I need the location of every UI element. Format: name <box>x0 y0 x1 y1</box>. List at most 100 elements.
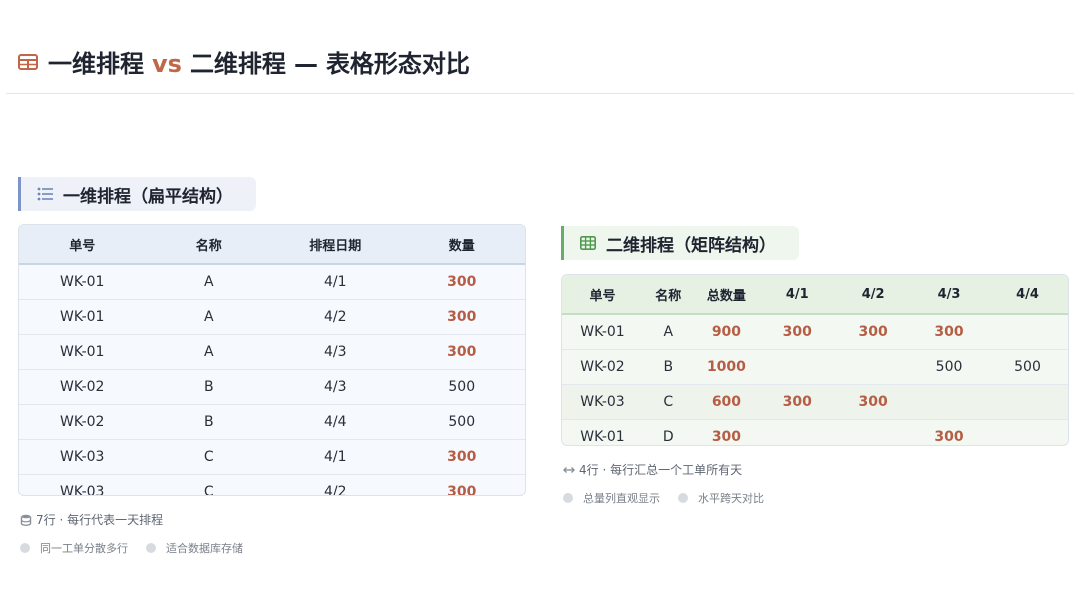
table-cell: A <box>145 299 272 335</box>
table-row: WK-03 C 4/2 300 <box>19 474 525 495</box>
table-cell: 300 <box>782 324 812 340</box>
table-row: WK-01 D 300 300 <box>562 419 1068 445</box>
table-cell <box>987 314 1068 350</box>
dot-icon <box>678 493 688 503</box>
table-row: WK-02 B 1000 500 500 <box>562 349 1068 385</box>
table-cell: WK-02 <box>19 369 146 405</box>
bullet-item: 水平跨天对比 <box>678 490 764 506</box>
table-cell: WK-02 <box>19 404 146 440</box>
table-row: WK-01 A 4/3 300 <box>19 334 525 370</box>
arrows-horizontal-icon <box>563 466 575 473</box>
header-bar: 一维排程 vs 二维排程 — 表格形态对比 <box>6 44 1074 94</box>
table-cell: 900 <box>711 324 742 340</box>
column-header: 4/2 <box>835 275 912 315</box>
table-cell: WK-02 <box>562 349 643 385</box>
table-cell: 300 <box>835 384 912 420</box>
table-cell <box>986 419 1068 445</box>
page-title: 一维排程 vs 二维排程 — 表格形态对比 <box>48 50 470 78</box>
table-cell: 300 <box>759 384 836 420</box>
table-cell: 4/2 <box>272 474 399 495</box>
column-header: 4/3 <box>911 275 987 315</box>
table-row: WK-03 C 4/1 300 <box>19 439 525 475</box>
column-header: 4/1 <box>759 275 836 315</box>
list-icon <box>37 187 53 201</box>
table-cell: A <box>145 334 272 370</box>
table-cell: 500 <box>986 349 1068 385</box>
table-row: WK-01 A 4/1 300 <box>19 264 525 300</box>
table-cell: 300 <box>398 474 525 495</box>
table-cell <box>911 384 987 420</box>
table-cell: WK-01 <box>580 324 625 340</box>
column-header: 名称 <box>642 275 694 315</box>
column-header: 名称 <box>145 225 272 265</box>
table-cell: B <box>642 349 694 385</box>
table-row: WK-02 B 4/4 500 <box>19 404 525 440</box>
table-cell: 300 <box>693 419 760 445</box>
table-cell <box>759 349 836 385</box>
table-icon <box>18 54 38 70</box>
table-cell: C <box>642 384 694 420</box>
table-row: WK-03 C 600 300 300 <box>562 384 1068 420</box>
table-cell: WK-01 <box>60 274 105 290</box>
dot-icon <box>146 543 156 553</box>
table-cell: 4/3 <box>272 334 399 370</box>
note-1d: 7行 · 每行代表一天排程 <box>20 511 163 528</box>
bullet-item: 适合数据库存储 <box>146 540 243 556</box>
table-cell <box>835 349 912 385</box>
table-cell: WK-03 <box>19 439 146 475</box>
column-header: 数量 <box>398 225 525 265</box>
table-cell: 500 <box>398 369 525 405</box>
table-row: WK-01 A 4/2 300 <box>19 299 525 335</box>
table-cell: D <box>642 419 694 445</box>
table-cell: 4/4 <box>272 404 399 440</box>
table-cell: C <box>145 439 272 475</box>
table-row: WK-01 A 900 300 300 300 <box>562 314 1068 350</box>
table-cell: 300 <box>934 324 964 340</box>
table-cell: 4/2 <box>272 299 399 335</box>
table-row: WK-02 B 4/3 500 <box>19 369 525 405</box>
table-cell: 4/1 <box>323 274 347 290</box>
table-cell: 300 <box>858 324 888 340</box>
table-cell: 500 <box>398 404 525 440</box>
column-header: 单号 <box>562 275 643 315</box>
table-cell: 300 <box>398 299 525 335</box>
table-cell: WK-01 <box>562 419 643 445</box>
grid-icon <box>580 236 596 250</box>
section-label-text: 二维排程（矩阵结构） <box>606 235 776 256</box>
note-2d: 4行 · 每行汇总一个工单所有天 <box>563 461 742 478</box>
section-label-2d: 二维排程（矩阵结构） <box>561 226 799 260</box>
table-cell: C <box>145 474 272 495</box>
database-icon <box>20 514 32 526</box>
table-cell: 300 <box>447 274 477 290</box>
table-cell: 500 <box>911 349 987 385</box>
table-cell <box>759 419 836 445</box>
column-header: 单号 <box>19 225 146 265</box>
bullets-1d: 同一工单分散多行 适合数据库存储 <box>20 540 261 556</box>
table-cell: 300 <box>398 439 525 475</box>
bullet-item: 同一工单分散多行 <box>20 540 128 556</box>
table-cell: A <box>203 274 214 290</box>
table-cell: 1000 <box>693 349 760 385</box>
section-label-1d: 一维排程（扁平结构） <box>18 177 256 211</box>
table-cell: WK-01 <box>19 299 146 335</box>
section-label-text: 一维排程（扁平结构） <box>63 186 233 207</box>
table-cell: 600 <box>693 384 760 420</box>
table-cell: B <box>145 369 272 405</box>
table-cell: 4/3 <box>272 369 399 405</box>
table-cell: 4/1 <box>272 439 399 475</box>
table-cell: WK-03 <box>19 474 146 495</box>
column-header: 4/4 <box>986 275 1068 315</box>
table-cell: WK-01 <box>19 334 146 370</box>
bullet-item: 总量列直观显示 <box>563 490 660 506</box>
table-cell: A <box>663 324 674 340</box>
table-2d: 单号 名称 总数量 4/1 4/2 4/3 4/4 WK-01 A 900 300 300 300 WK… <box>561 274 1069 446</box>
table-1d: 单号 名称 排程日期 数量 WK-01 A 4/1 300 WK-01 A 4/2 300 WK-01… <box>18 224 526 496</box>
table-cell: 300 <box>911 419 987 445</box>
bullets-2d: 总量列直观显示 水平跨天对比 <box>563 490 782 506</box>
table-cell <box>986 384 1068 420</box>
table-cell: B <box>145 404 272 440</box>
column-header: 总数量 <box>693 275 760 315</box>
column-header: 排程日期 <box>272 225 399 265</box>
table-cell: 300 <box>398 334 525 370</box>
table-cell <box>835 419 912 445</box>
